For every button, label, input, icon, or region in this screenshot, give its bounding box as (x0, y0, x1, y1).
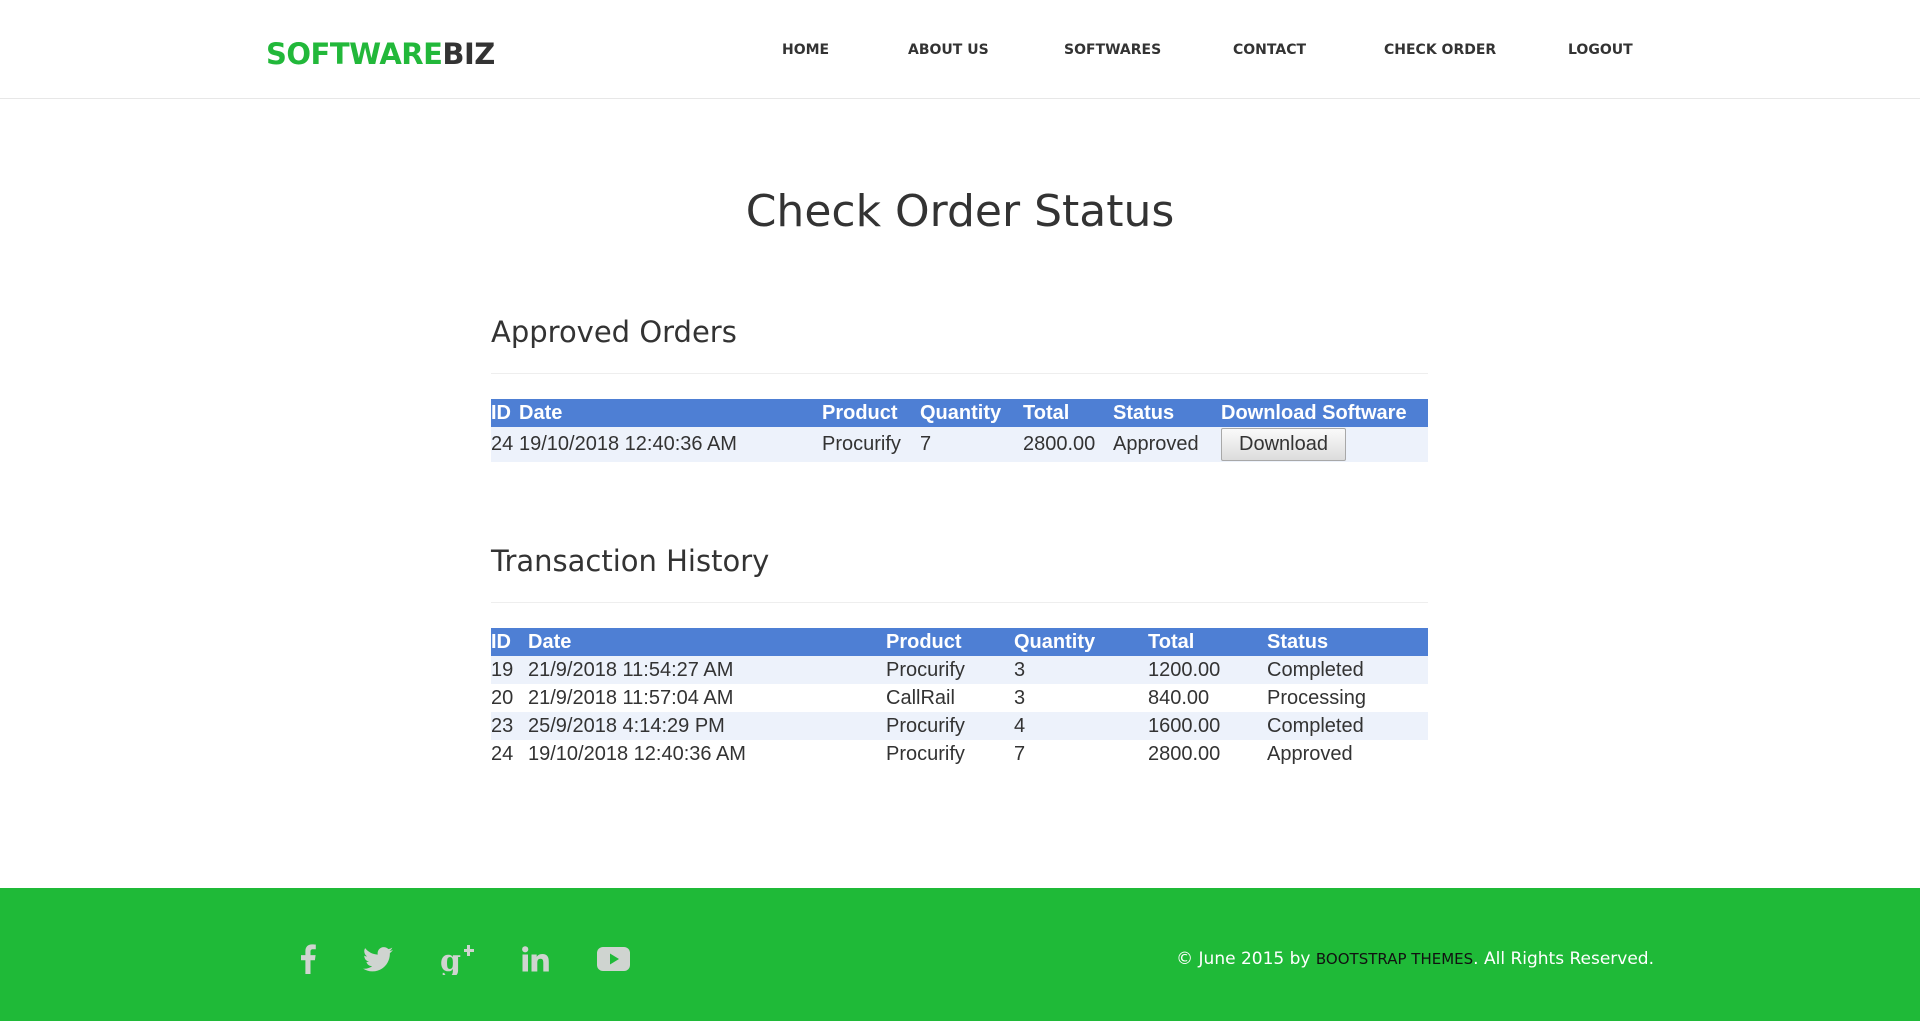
col-header-status: Status (1267, 628, 1428, 656)
cell-product: CallRail (886, 686, 955, 709)
download-button[interactable]: Download (1221, 428, 1346, 461)
transaction-history-heading: Transaction History (491, 544, 770, 578)
cell-status: Completed (1267, 712, 1428, 740)
transaction-history-table: ID Date Product Quantity Total Status 19… (491, 628, 1428, 768)
table-row: 23 25/9/2018 4:14:29 PM Procurify 4 1600… (491, 712, 1428, 740)
col-header-quantity: Quantity (920, 399, 1023, 427)
nav-about-us[interactable]: ABOUT US (908, 40, 989, 60)
cell-date: 19/10/2018 12:40:36 AM (528, 742, 746, 765)
svg-text:g: g (440, 944, 461, 975)
cell-product: Procurify (886, 712, 1014, 740)
col-header-date: Date (528, 628, 886, 656)
approved-divider (491, 373, 1428, 374)
cell-status: Approved (1267, 742, 1353, 765)
table-row: 19 21/9/2018 11:54:27 AM Procurify 3 120… (491, 656, 1428, 684)
col-header-quantity: Quantity (1014, 628, 1148, 656)
top-navbar: SOFTWAREBIZ HOME ABOUT US SOFTWARES CONT… (0, 0, 1920, 99)
cell-product: Procurify (822, 427, 920, 462)
cell-download: Download (1221, 427, 1428, 462)
cell-total: 2800.00 (1148, 742, 1221, 765)
approved-orders-table: ID Date Product Quantity Total Status Do… (491, 399, 1428, 462)
cell-quantity: 3 (1014, 686, 1026, 709)
facebook-icon[interactable] (295, 942, 321, 976)
col-header-download-software: Download Software (1221, 399, 1428, 427)
youtube-icon[interactable] (596, 942, 630, 976)
col-header-status: Status (1113, 399, 1221, 427)
cell-id: 19 (491, 656, 528, 684)
cell-status: Approved (1113, 427, 1221, 462)
col-header-total: Total (1023, 399, 1113, 427)
col-header-id: ID (491, 628, 528, 656)
table-header-row: ID Date Product Quantity Total Status (491, 628, 1428, 656)
history-divider (491, 602, 1428, 603)
cell-total: 840.00 (1148, 686, 1210, 709)
cell-id: 23 (491, 712, 528, 740)
cell-date: 25/9/2018 4:14:29 PM (528, 712, 886, 740)
linkedin-icon[interactable] (520, 942, 550, 976)
copyright-text: © June 2015 by BOOTSTRAP THEMES. All Rig… (1130, 945, 1654, 973)
cell-total: 2800.00 (1023, 427, 1113, 462)
cell-product: Procurify (886, 656, 1014, 684)
cell-status: Completed (1267, 656, 1428, 684)
col-header-id: ID (491, 399, 519, 427)
cell-quantity: 7 (1014, 742, 1026, 765)
twitter-icon[interactable] (362, 942, 394, 976)
cell-id: 24 (491, 427, 519, 462)
col-header-date: Date (519, 399, 822, 427)
cell-id: 24 (491, 742, 514, 765)
table-row: 24 19/10/2018 12:40:36 AM Procurify 7 28… (491, 427, 1428, 462)
table-row: 24 19/10/2018 12:40:36 AM Procurify 7 28… (491, 740, 1428, 768)
cell-date: 21/9/2018 11:54:27 AM (528, 656, 886, 684)
nav-softwares[interactable]: SOFTWARES (1064, 40, 1161, 60)
nav-check-order[interactable]: CHECK ORDER (1384, 40, 1496, 60)
page-title: Check Order Status (745, 186, 1175, 237)
nav-contact[interactable]: CONTACT (1233, 40, 1306, 60)
cell-id: 20 (491, 686, 514, 709)
bootstrap-themes-link[interactable]: BOOTSTRAP THEMES (1316, 950, 1473, 968)
cell-status: Processing (1267, 686, 1366, 709)
table-header-row: ID Date Product Quantity Total Status Do… (491, 399, 1428, 427)
table-row: 20 21/9/2018 11:57:04 AM CallRail 3 840.… (491, 684, 1428, 712)
cell-quantity: 7 (920, 427, 1023, 462)
nav-logout[interactable]: LOGOUT (1568, 40, 1633, 60)
cell-quantity: 4 (1014, 712, 1148, 740)
cell-total: 1200.00 (1148, 656, 1267, 684)
cell-date: 21/9/2018 11:57:04 AM (528, 686, 734, 709)
main-nav: HOME ABOUT US SOFTWARES CONTACT CHECK OR… (0, 40, 1920, 60)
col-header-product: Product (822, 399, 920, 427)
copyright-prefix: © June 2015 by (1176, 949, 1316, 969)
nav-home[interactable]: HOME (782, 40, 829, 60)
google-plus-icon[interactable]: g (440, 942, 474, 976)
col-header-total: Total (1148, 628, 1267, 656)
cell-product: Procurify (886, 742, 965, 765)
cell-quantity: 3 (1014, 656, 1148, 684)
approved-orders-heading: Approved Orders (491, 315, 737, 349)
col-header-product: Product (886, 628, 1014, 656)
cell-total: 1600.00 (1148, 712, 1267, 740)
copyright-suffix: . All Rights Reserved. (1473, 949, 1654, 969)
cell-date: 19/10/2018 12:40:36 AM (519, 427, 822, 462)
